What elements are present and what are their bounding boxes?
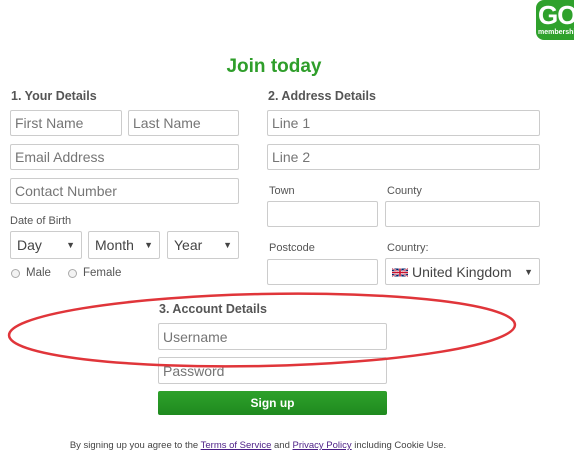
town-input[interactable] [267,201,378,227]
last-name-input[interactable] [128,110,239,136]
privacy-policy-link[interactable]: Privacy Policy [293,440,352,451]
legal-suffix: including Cookie Use. [351,440,447,451]
chevron-down-icon: ▼ [223,240,232,250]
page-title: Join today [226,56,322,77]
your-details-heading: 1. Your Details [11,89,97,103]
dob-year-select[interactable]: Year ▼ [167,231,239,259]
dob-month-select[interactable]: Month ▼ [88,231,160,259]
dob-day-select[interactable]: Day ▼ [10,231,82,259]
male-label: Male [26,267,51,279]
legal-prefix: By signing up you agree to the [69,440,201,451]
country-label: Country: [387,242,429,254]
sign-up-button[interactable]: Sign up [158,391,387,415]
dob-label: Date of Birth [10,215,72,227]
county-input[interactable] [385,201,540,227]
legal-and: and [271,440,293,451]
dob-year-value: Year [174,237,203,253]
chevron-down-icon: ▼ [66,240,75,250]
logo-subtitle: membership [538,29,574,36]
postcode-label: Postcode [269,242,315,254]
county-label: County [387,185,422,197]
postcode-input[interactable] [267,259,378,285]
legal-text: By signing up you agree to the Terms of … [0,440,516,451]
terms-of-service-link[interactable]: Terms of Service [201,440,272,451]
female-label: Female [83,267,122,279]
password-input[interactable] [158,357,387,384]
uk-flag-icon [392,267,408,278]
first-name-input[interactable] [10,110,122,136]
account-details-heading: 3. Account Details [159,302,267,316]
dob-day-value: Day [17,237,42,253]
male-radio[interactable] [11,269,20,278]
dob-month-value: Month [95,237,134,253]
country-select[interactable]: United Kingdom ▼ [385,258,540,285]
address-details-heading: 2. Address Details [268,89,376,103]
female-radio[interactable] [68,269,77,278]
address-line2-input[interactable] [267,144,540,170]
email-input[interactable] [10,144,239,170]
chevron-down-icon: ▼ [144,240,153,250]
logo: GO! membership [536,0,574,42]
country-value: United Kingdom [412,264,512,280]
town-label: Town [269,185,295,197]
logo-word: GO! [538,0,574,30]
chevron-down-icon: ▼ [524,267,533,277]
address-line1-input[interactable] [267,110,540,136]
username-input[interactable] [158,323,387,350]
contact-number-input[interactable] [10,178,239,204]
